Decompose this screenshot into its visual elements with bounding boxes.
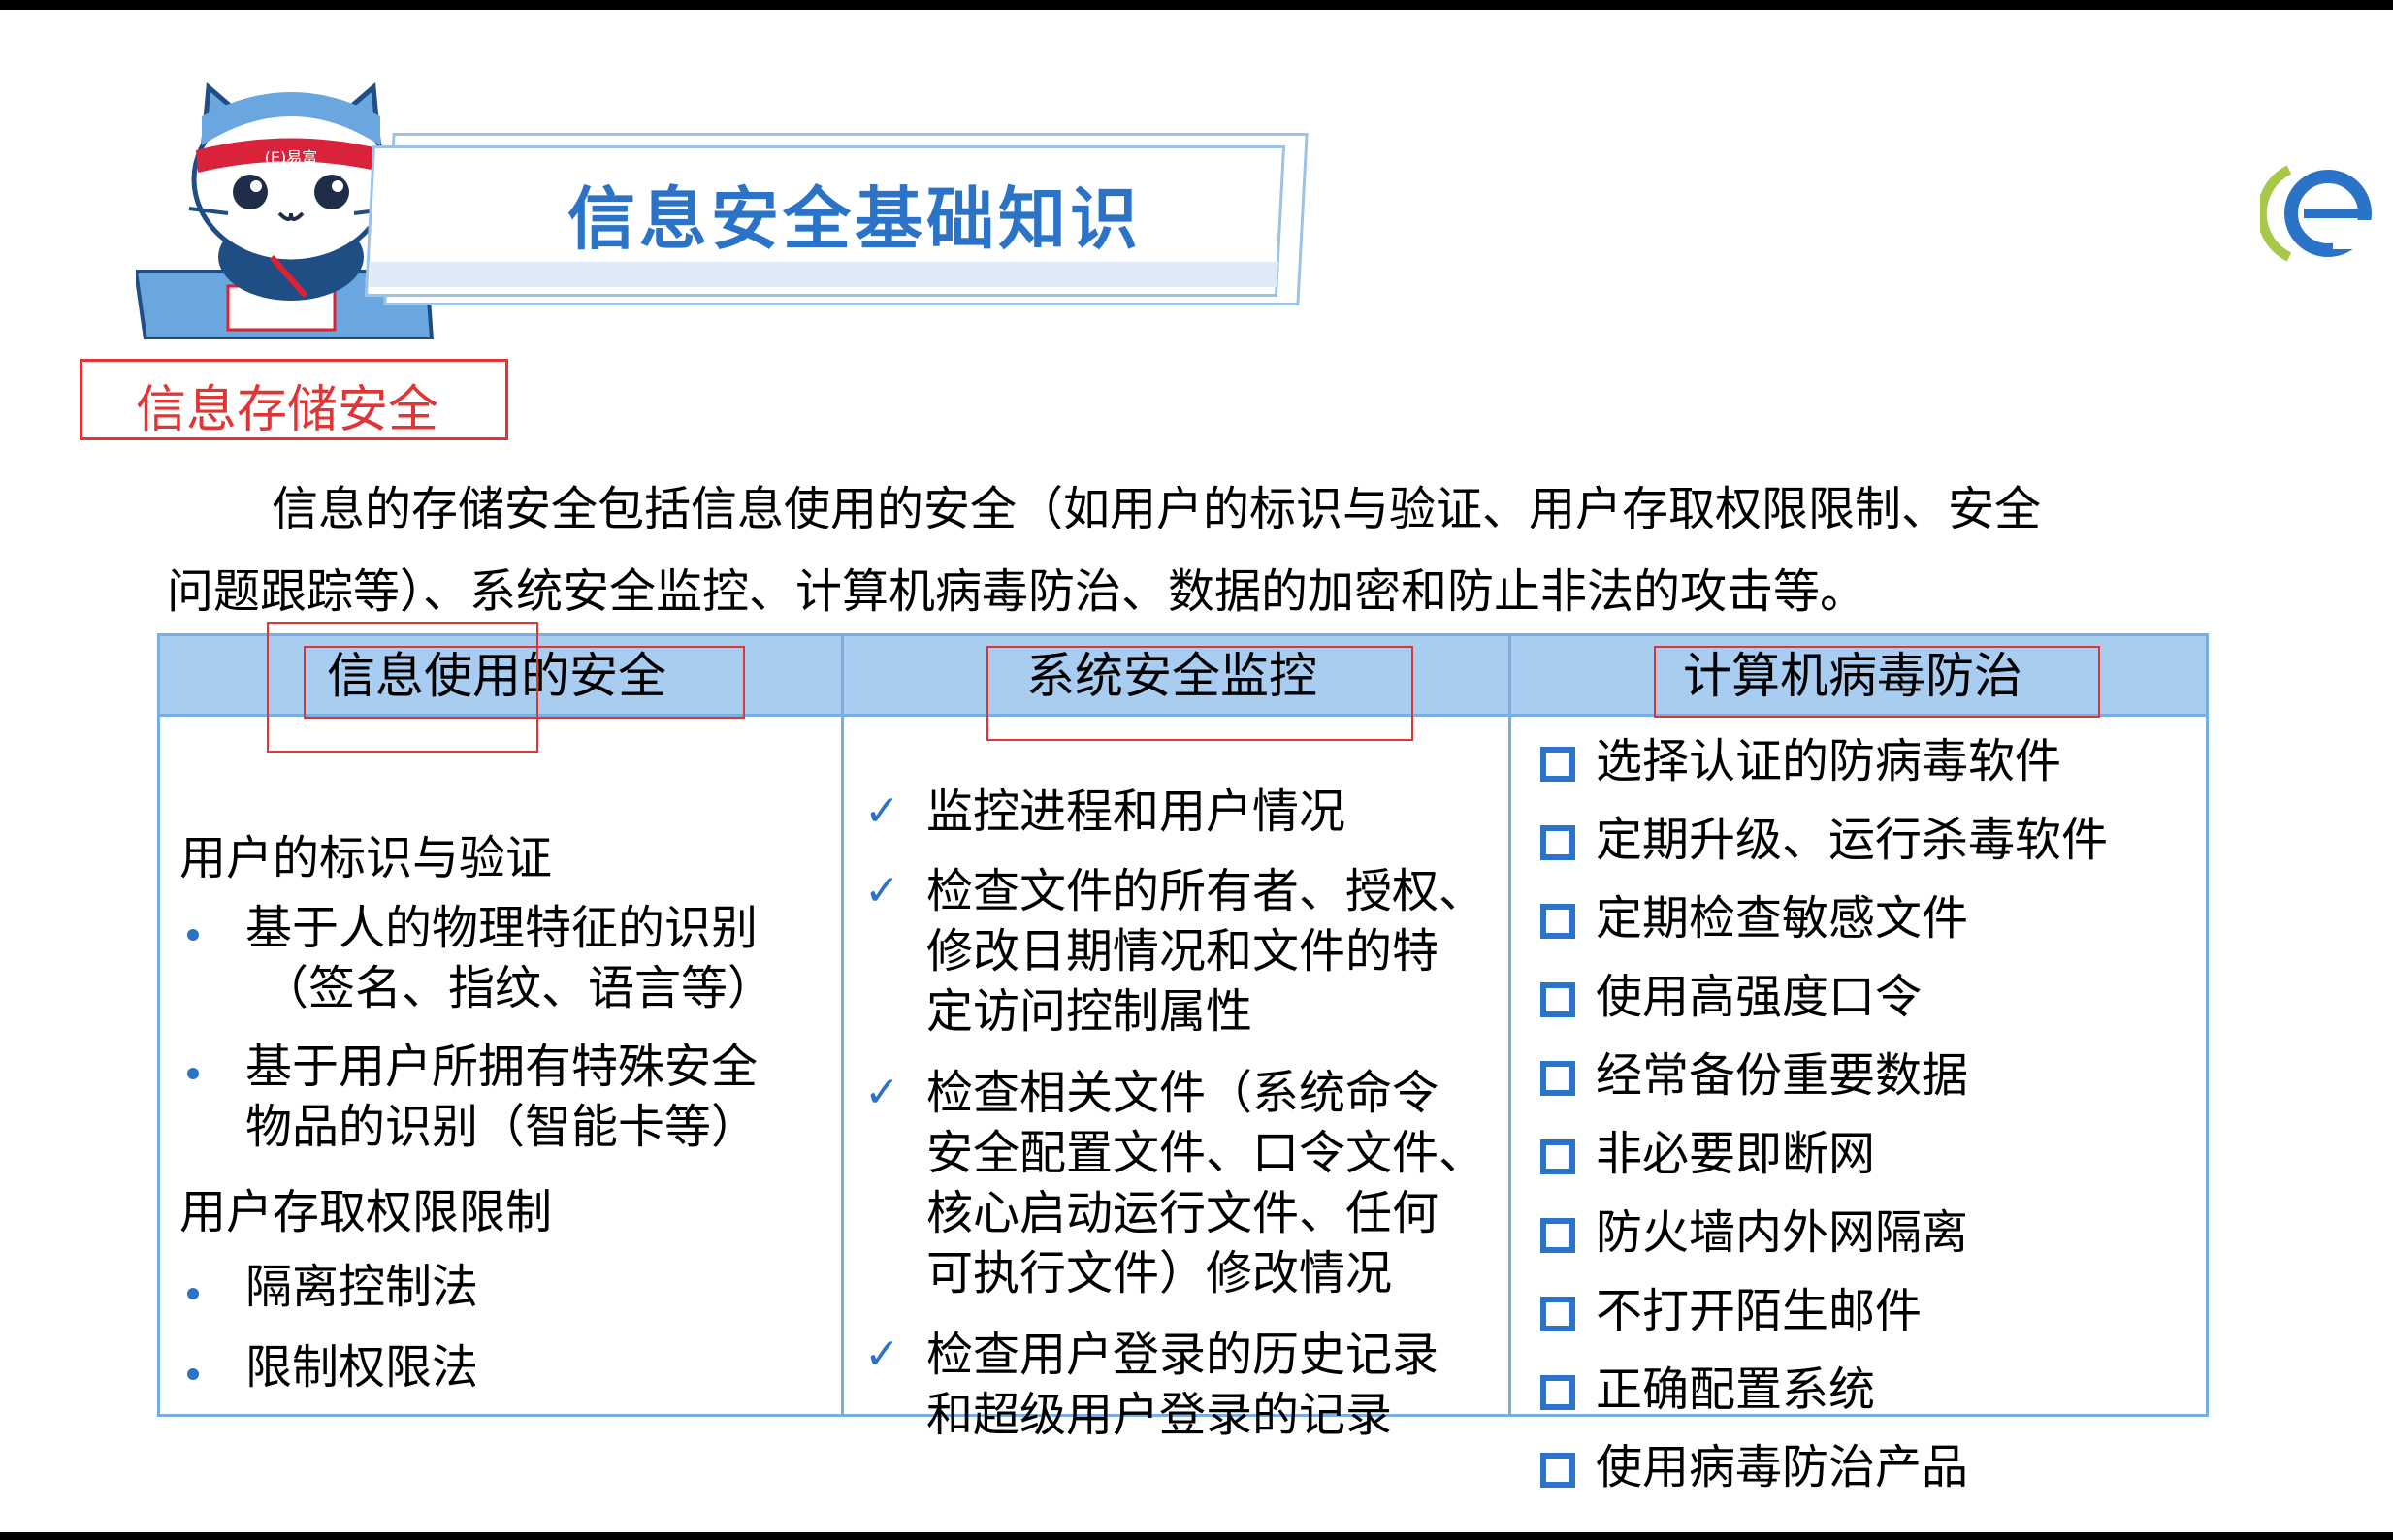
square-bullet-icon — [1540, 982, 1575, 1017]
col3-item-2: 定期升级、运行杀毒软件 — [1596, 813, 2109, 867]
col3-item-4: 使用高强度口令 — [1596, 970, 1923, 1024]
col1-heading-identification: 用户的标识与验证 — [179, 831, 553, 885]
highlight-box-b — [304, 646, 745, 719]
col3-item-5: 经常备份重要数据 — [1596, 1048, 1969, 1103]
security-table: 信息使用的安全 系统安全监控 计算机病毒防治 用户的标识与验证 基于人的物理特征… — [157, 622, 2209, 1494]
square-bullet-icon — [1540, 825, 1575, 860]
square-bullet-icon — [1540, 1218, 1575, 1253]
col1-bullet-4: 限制权限法 — [245, 1340, 479, 1395]
bullet-dot-icon — [187, 1368, 199, 1380]
square-bullet-icon — [1540, 1453, 1575, 1488]
col1-bullet-3: 隔离控制法 — [245, 1260, 479, 1314]
col2-item-2-line-1: 检查文件的所有者、授权、 — [926, 864, 1486, 918]
bullet-dot-icon — [187, 929, 199, 941]
e-logo-icon — [2260, 165, 2372, 262]
col2-item-4-line-2: 和超级用户登录的记录 — [926, 1388, 1393, 1442]
highlight-box-d — [1654, 646, 2100, 718]
col3-item-3: 定期检查敏感文件 — [1596, 891, 1969, 946]
col3-item-7: 防火墙内外网隔离 — [1596, 1205, 1969, 1260]
col2-item-3-line-2: 安全配置文件、口令文件、 — [926, 1126, 1486, 1180]
col2-item-4-line-1: 检查用户登录的历史记录 — [926, 1328, 1439, 1382]
square-bullet-icon — [1540, 904, 1575, 939]
bullet-dot-icon — [187, 1068, 199, 1079]
col3-item-10: 使用病毒防治产品 — [1596, 1440, 1969, 1494]
check-icon: ✓ — [864, 866, 900, 915]
col1-bullet-1-line-1: 基于人的物理特征的识别 — [245, 901, 759, 955]
col1-bullet-2-line-1: 基于用户所拥有特殊安全 — [245, 1040, 759, 1094]
square-bullet-icon — [1540, 1061, 1575, 1096]
page-title: 信息安全基础知识 — [567, 179, 1142, 259]
column-divider-1 — [841, 636, 844, 1414]
square-bullet-icon — [1540, 1297, 1575, 1331]
col1-bullet-1-line-2: （签名、指纹、语言等） — [262, 961, 775, 1015]
intro-line-1: 信息的存储安全包括信息使用的安全（如用户的标识与验证、用户存取权限限制、安全 — [272, 482, 2042, 536]
check-icon: ✓ — [864, 1068, 900, 1117]
square-bullet-icon — [1540, 747, 1575, 782]
check-icon: ✓ — [864, 786, 900, 836]
col2-item-3-line-4: 可执行文件）修改情况 — [926, 1246, 1393, 1300]
mascot-band-text: (E)易富 — [265, 148, 318, 167]
highlight-box-c — [986, 646, 1413, 741]
column-divider-2 — [1508, 636, 1511, 1414]
col3-item-6: 非必要即断网 — [1596, 1127, 1876, 1181]
slide: (E)易富 信息安全基础知识 信息存储安全 信息的存储安全包括信息使用的安全（如… — [0, 10, 2393, 1532]
bullet-dot-icon — [187, 1288, 199, 1299]
col1-bullet-2-line-2: 物品的识别（智能卡等） — [245, 1100, 759, 1154]
col2-item-2-line-3: 定访问控制属性 — [926, 984, 1253, 1039]
section-label: 信息存储安全 — [136, 381, 439, 439]
col3-item-8: 不打开陌生邮件 — [1596, 1284, 1923, 1338]
check-icon: ✓ — [864, 1330, 900, 1379]
col3-item-9: 正确配置系统 — [1596, 1363, 1876, 1417]
square-bullet-icon — [1540, 1139, 1575, 1174]
col3-item-1: 选择认证的防病毒软件 — [1596, 734, 2062, 788]
col2-item-1: 监控进程和用户情况 — [926, 785, 1346, 839]
col2-item-3-line-3: 核心启动运行文件、任何 — [926, 1186, 1439, 1240]
col2-item-3-line-1: 检查相关文件（系统命令 — [926, 1066, 1439, 1120]
col1-heading-access-control: 用户存取权限限制 — [179, 1185, 553, 1239]
intro-line-2: 问题跟踪等）、系统安全监控、计算机病毒防治、数据的加密和防止非法的攻击等。 — [167, 564, 1867, 619]
title-banner-stripe — [369, 262, 1278, 287]
square-bullet-icon — [1540, 1375, 1575, 1410]
col2-item-2-line-2: 修改日期情况和文件的特 — [926, 924, 1439, 979]
